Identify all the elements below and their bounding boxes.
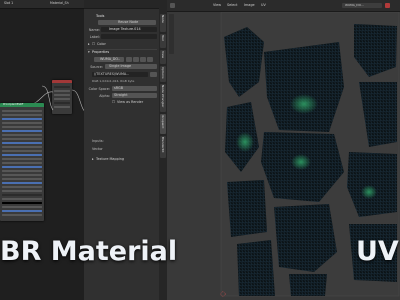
fake-user-button[interactable] xyxy=(126,57,132,62)
label-field[interactable] xyxy=(101,34,157,39)
menu-view[interactable]: View xyxy=(213,3,221,7)
principled-bsdf-node[interactable]: Principled BSDF xyxy=(0,103,44,221)
filepath-field[interactable]: //TEXTURES\WUMA... xyxy=(92,72,148,77)
browse-file-button[interactable] xyxy=(150,72,157,77)
reuse-node-label: Reuse Node xyxy=(118,20,139,24)
node-row xyxy=(2,170,42,173)
view-as-render-checkbox[interactable]: ☐ xyxy=(112,100,115,104)
menu-uv[interactable]: UV xyxy=(261,3,266,7)
node-title: Principled BSDF xyxy=(3,102,24,106)
image-info: RGB 1,024x1,024, RGB byte xyxy=(92,79,135,83)
uv-editor-header: View Select Image UV WUMA_DO... xyxy=(167,0,400,12)
properties-expander-icon[interactable]: ▾ xyxy=(88,50,90,54)
alpha-dropdown[interactable]: Straight xyxy=(112,93,157,98)
tab-blenderkit[interactable]: BlenderKit xyxy=(160,136,166,158)
editor-type-icon[interactable] xyxy=(170,3,175,8)
node-row xyxy=(2,214,42,217)
color-checkbox[interactable]: ☐ xyxy=(92,42,96,46)
source-value: Single Image xyxy=(109,64,132,68)
caption-left: BR Material xyxy=(0,236,178,267)
tab-view[interactable]: View xyxy=(160,50,166,64)
tab-label: Tool xyxy=(161,35,165,41)
node-row xyxy=(2,110,42,113)
alpha-label: Alpha: xyxy=(99,94,110,98)
filepath-value: //TEXTURES\WUMA... xyxy=(94,72,130,76)
alpha-value: Straight xyxy=(114,93,128,97)
image-datablock[interactable]: WUMA_DO.. xyxy=(94,57,124,62)
properties-header xyxy=(84,0,160,9)
node-row xyxy=(2,138,42,141)
unlink-image-button[interactable] xyxy=(147,57,153,62)
tools-section-title[interactable]: Tools xyxy=(96,14,104,18)
node-row xyxy=(2,198,42,201)
inputs-label: Inputs: xyxy=(92,139,104,143)
node-row xyxy=(2,174,42,177)
node-row xyxy=(2,194,42,197)
node-row xyxy=(2,158,42,161)
tab-label: Options xyxy=(161,67,165,79)
name-label: Name: xyxy=(88,28,100,32)
texture-mapping-title[interactable]: Texture Mapping xyxy=(96,157,124,161)
image-browser[interactable]: WUMA_DO... xyxy=(342,3,382,8)
color-space-value: sRGB xyxy=(114,86,124,90)
menu-select[interactable]: Select xyxy=(227,3,237,7)
caption-right: UV xyxy=(356,236,399,267)
source-dropdown[interactable]: Single Image xyxy=(105,64,157,69)
open-image-button[interactable] xyxy=(140,57,146,62)
tab-label: Node Wrangler xyxy=(161,85,165,108)
node-row xyxy=(2,166,42,169)
color-space-label: Color Space: xyxy=(88,87,110,91)
image-browser-name: WUMA_DO... xyxy=(345,3,364,7)
node-row xyxy=(2,162,42,165)
node-row xyxy=(2,178,42,181)
uv-toolbar[interactable] xyxy=(169,14,174,54)
vector-label: Vector xyxy=(92,147,103,151)
view-as-render-label: View as Render xyxy=(117,100,144,104)
node-row xyxy=(2,114,42,117)
tab-label: Node xyxy=(161,15,165,23)
node-row xyxy=(2,122,42,125)
node-row xyxy=(2,118,42,121)
tab-label: Ucupaint xyxy=(161,115,165,129)
tab-label: BlenderKit xyxy=(161,137,165,153)
label-label: Label: xyxy=(89,35,100,39)
node-row xyxy=(2,146,42,149)
tab-label: View xyxy=(161,51,165,59)
node-row xyxy=(2,190,42,193)
node-row xyxy=(2,202,42,205)
tab-node-wrangler[interactable]: Node Wrangler xyxy=(160,84,166,112)
name-field[interactable]: Image Texture.014 xyxy=(101,27,157,32)
node-row xyxy=(2,150,42,153)
texture-mapping-expander-icon[interactable]: ▸ xyxy=(92,157,94,161)
menu-image[interactable]: Image xyxy=(244,3,255,7)
node-row xyxy=(2,134,42,137)
tab-node[interactable]: Node xyxy=(160,14,166,32)
node-row xyxy=(2,142,42,145)
tab-tool[interactable]: Tool xyxy=(160,34,166,48)
node-row xyxy=(2,126,42,129)
node-row xyxy=(2,206,42,209)
source-label: Source: xyxy=(90,65,103,69)
tab-ucupaint[interactable]: Ucupaint xyxy=(160,114,166,134)
image-name: WUMA_DO.. xyxy=(100,57,121,61)
close-icon[interactable] xyxy=(385,3,390,8)
color-expander-icon[interactable]: ▸ xyxy=(88,42,90,46)
node-row xyxy=(2,186,42,189)
color-space-dropdown[interactable]: sRGB xyxy=(112,86,157,91)
reuse-node-button[interactable]: Reuse Node xyxy=(98,20,156,25)
color-label: Color xyxy=(97,42,106,46)
node-row xyxy=(2,182,42,185)
node-row xyxy=(2,154,42,157)
name-value: Image Texture.014 xyxy=(109,27,141,31)
node-row xyxy=(2,210,42,213)
node-row xyxy=(2,130,42,133)
new-image-button[interactable] xyxy=(133,57,139,62)
properties-section-title[interactable]: Properties xyxy=(92,50,109,54)
tab-options[interactable]: Options xyxy=(160,66,166,82)
